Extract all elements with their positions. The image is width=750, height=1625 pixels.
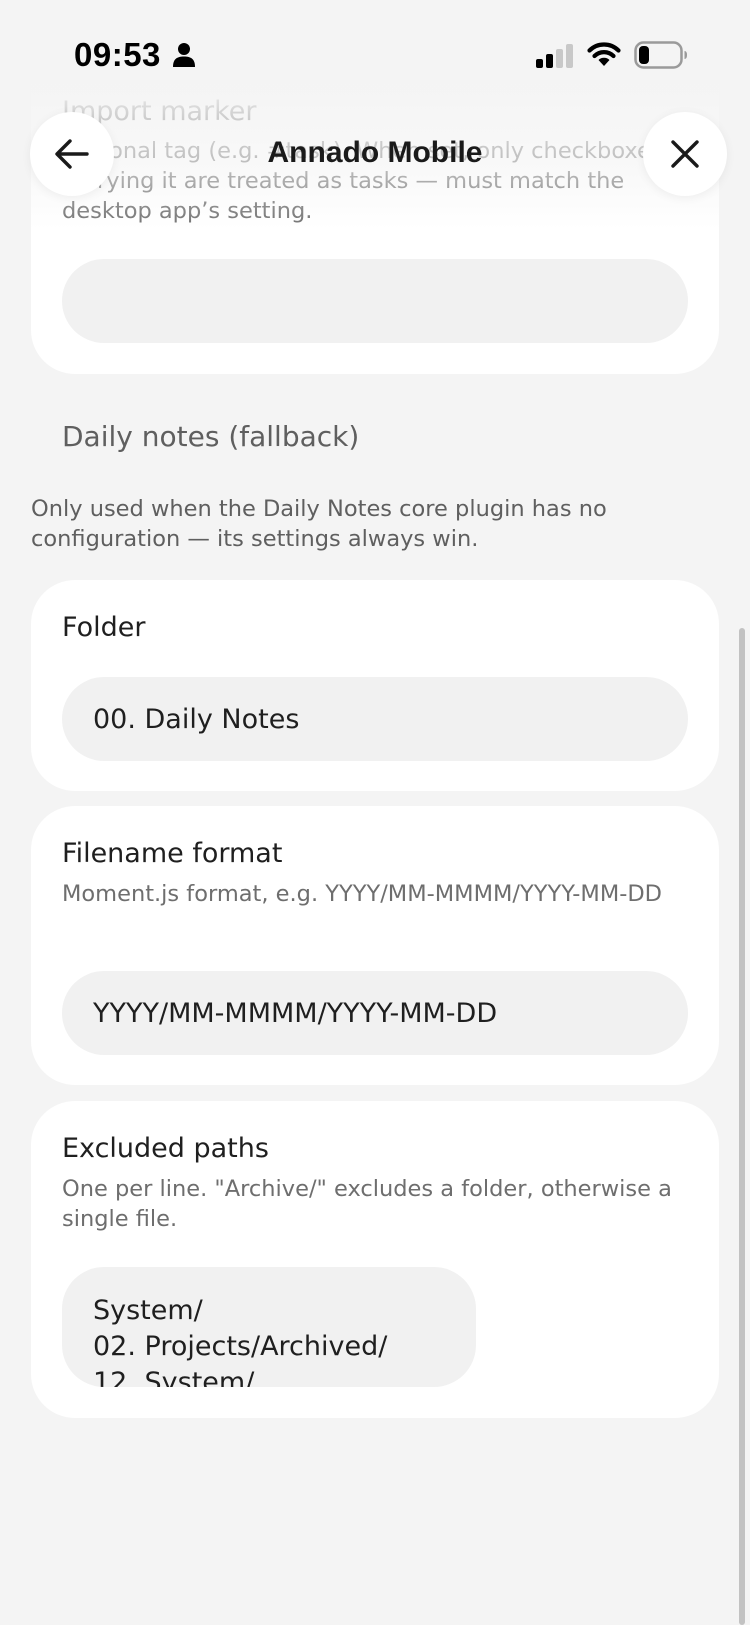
scrollbar[interactable]	[739, 628, 745, 1625]
filename-format-title: Filename format	[62, 838, 283, 869]
signal-icon	[536, 44, 573, 68]
filename-format-card: Filename format Moment.js format, e.g. Y…	[31, 806, 719, 1085]
filename-format-description: Moment.js format, e.g. YYYY/MM-MMMM/YYYY…	[62, 881, 663, 907]
settings-screen: Import marker Optional tag (e.g. #task).…	[0, 0, 750, 1625]
wifi-icon	[587, 42, 621, 66]
folder-title: Folder	[62, 612, 146, 643]
battery-icon	[634, 41, 687, 69]
import-marker-input[interactable]	[62, 259, 688, 343]
daily-notes-heading: Daily notes (fallback)	[62, 420, 360, 453]
page-title: Annado Mobile	[267, 136, 483, 169]
excluded-paths-description: One per line. "Archive/" excludes a fold…	[62, 1176, 672, 1232]
folder-input[interactable]: 00. Daily Notes	[62, 677, 688, 761]
filename-format-input[interactable]: YYYY/MM-MMMM/YYYY-MM-DD	[62, 971, 688, 1055]
status-time: 09:53	[74, 36, 161, 73]
excluded-paths-card: Excluded paths One per line. "Archive/" …	[31, 1101, 719, 1418]
daily-notes-description: Only used when the Daily Notes core plug…	[31, 496, 607, 552]
person-icon	[173, 43, 195, 67]
excluded-paths-title: Excluded paths	[62, 1133, 269, 1164]
excluded-paths-textarea[interactable]: System/ 02. Projects/Archived/ 12. Syste…	[62, 1267, 476, 1387]
status-bar: 09:53	[0, 0, 750, 100]
close-icon	[671, 140, 699, 168]
close-button[interactable]	[643, 112, 727, 196]
folder-card: Folder 00. Daily Notes	[31, 580, 719, 791]
